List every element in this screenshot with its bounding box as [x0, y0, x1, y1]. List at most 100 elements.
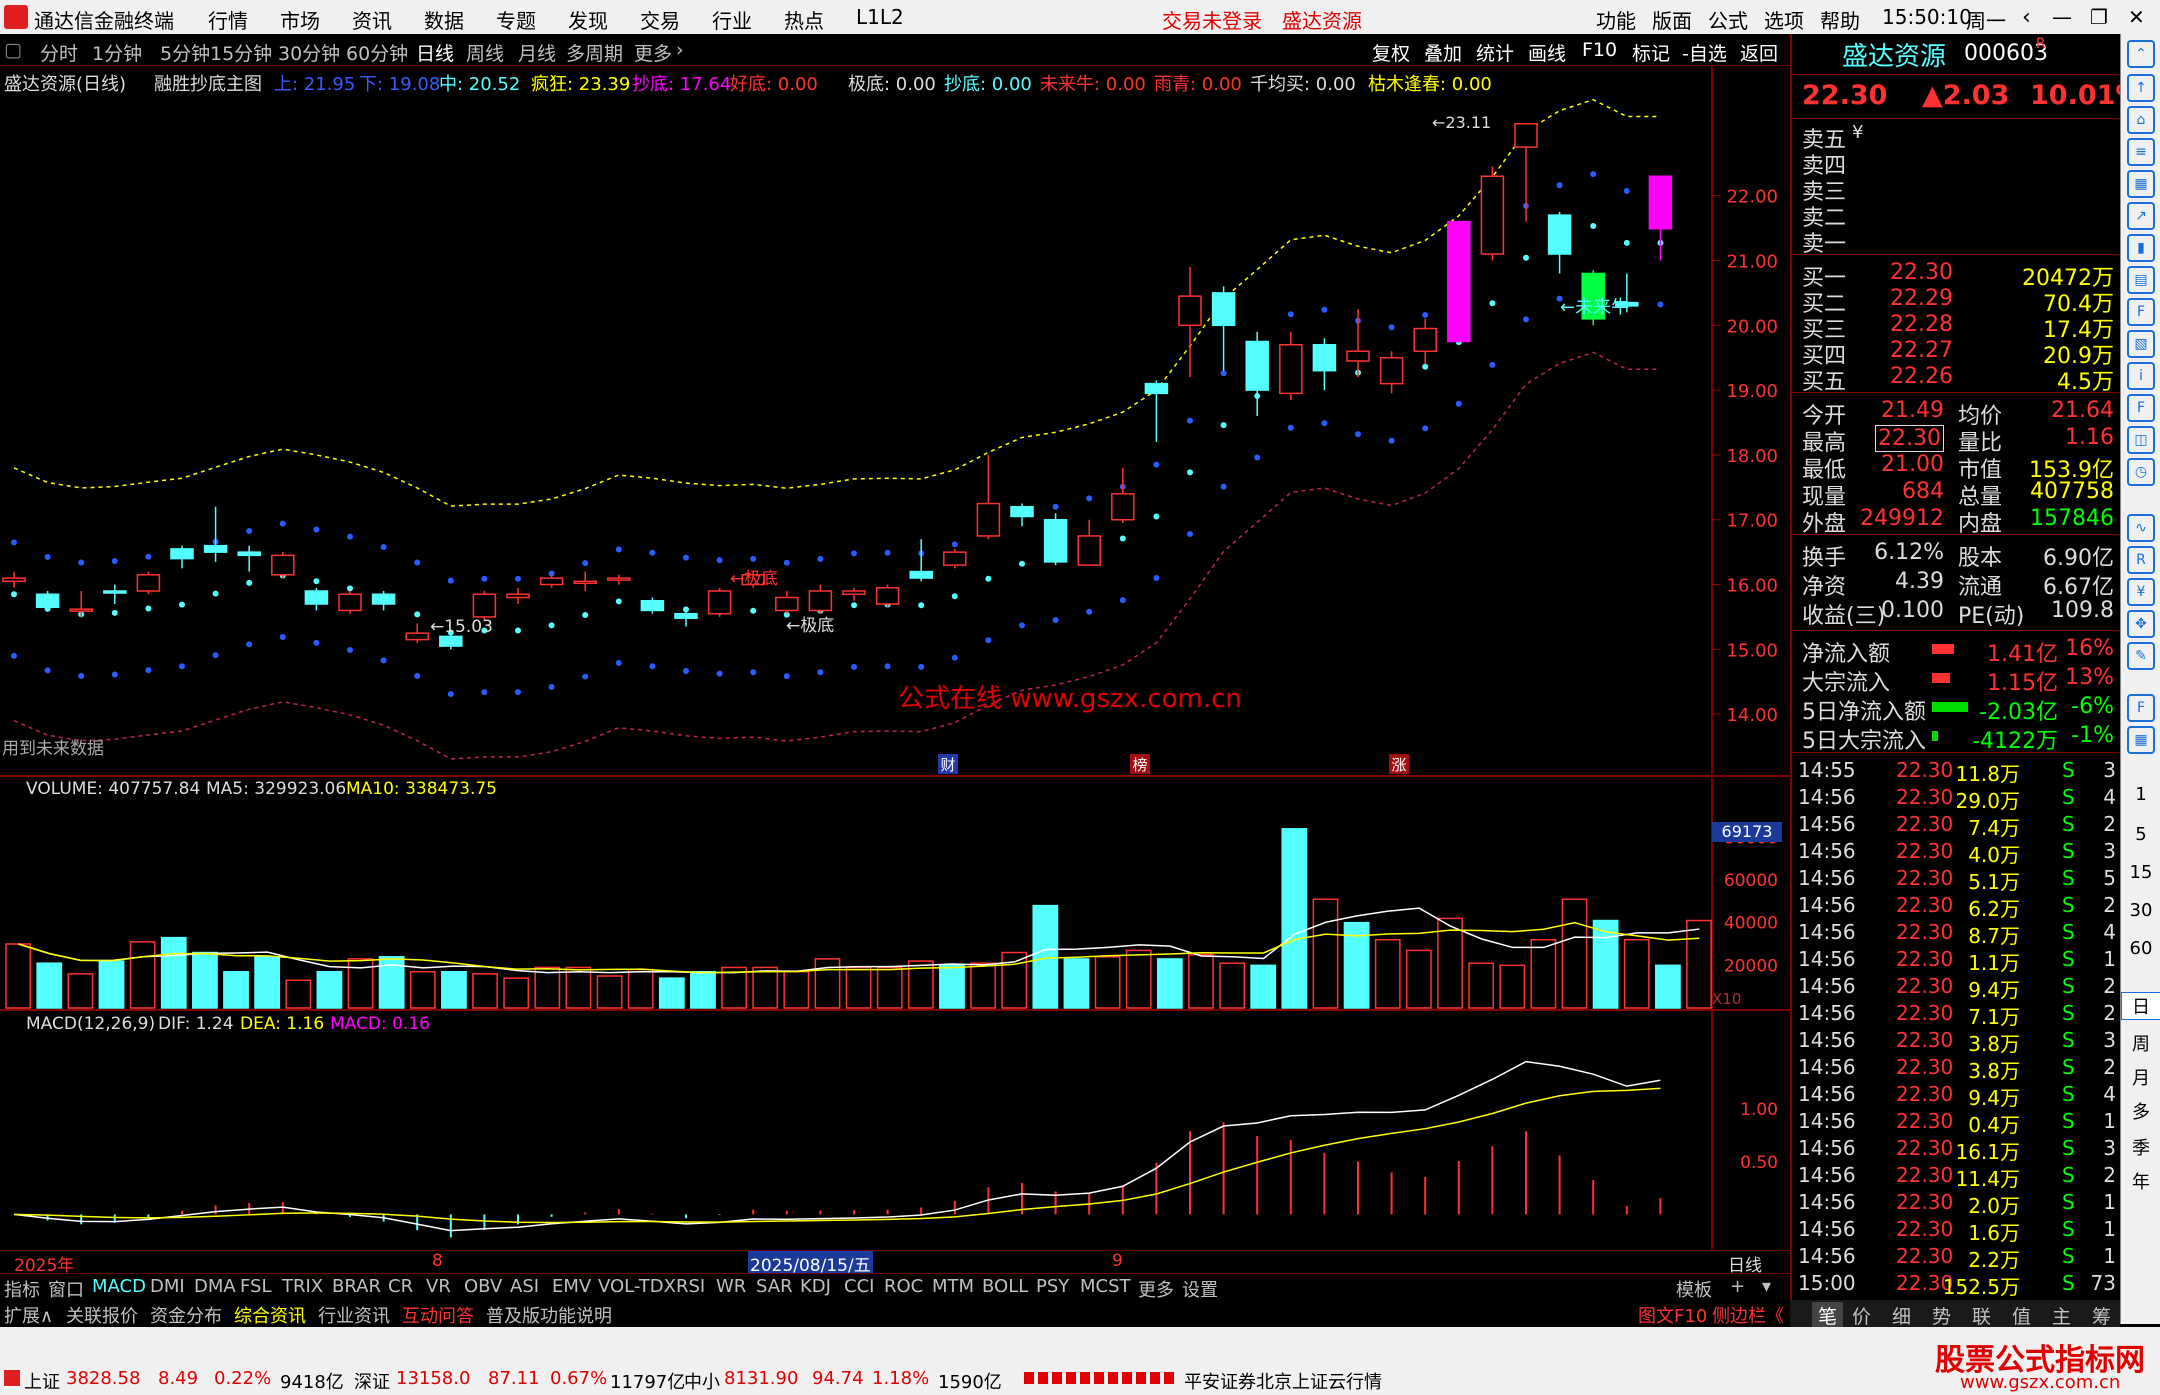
candle-body[interactable]	[842, 590, 866, 596]
indicator-tab[interactable]: VOL-TDX	[598, 1276, 676, 1297]
candle-body[interactable]	[775, 596, 799, 612]
candle-body[interactable]	[1648, 175, 1673, 230]
tab-period[interactable]: 多周期	[566, 39, 623, 66]
menu-options[interactable]: 选项	[1764, 5, 1804, 34]
candle-body[interactable]	[573, 580, 597, 585]
info-icon[interactable]: i	[2127, 362, 2155, 390]
candle-body[interactable]	[1144, 382, 1169, 395]
candle-body[interactable]	[1279, 344, 1303, 395]
menu-formula[interactable]: 公式	[1708, 5, 1748, 34]
list-icon[interactable]: ≡	[2127, 138, 2155, 166]
qa-tab[interactable]: 互动问答	[402, 1302, 474, 1328]
side-period-label[interactable]: 多	[2121, 1098, 2160, 1124]
candle-body[interactable]	[1043, 518, 1068, 563]
tab-period[interactable]: 分时	[40, 39, 78, 66]
candle-body[interactable]	[35, 593, 60, 608]
toolbar-button[interactable]: 标记	[1632, 39, 1670, 66]
candle-body[interactable]	[1379, 356, 1404, 385]
expand-tab[interactable]: 扩展∧	[4, 1302, 53, 1328]
index-sz-name[interactable]: 深证	[354, 1368, 390, 1394]
candle-body[interactable]	[1447, 220, 1471, 343]
candle-body[interactable]	[707, 590, 732, 615]
pen-icon[interactable]: ✎	[2127, 642, 2155, 670]
indicator-tab[interactable]: 指标	[4, 1276, 40, 1302]
indicator-tab[interactable]: OBV	[464, 1276, 502, 1297]
toolbar-button[interactable]: 返回	[1740, 39, 1778, 66]
chart-icon[interactable]: ↗	[2127, 202, 2155, 230]
tab-period[interactable]: 月线	[518, 39, 556, 66]
marker-finance[interactable]: 财	[938, 754, 958, 774]
candle-body[interactable]	[909, 570, 933, 579]
candle-body[interactable]	[1480, 175, 1505, 255]
candle-body[interactable]	[170, 548, 194, 560]
toolbar-button[interactable]: F10	[1582, 39, 1617, 61]
indicator-tab[interactable]: CCI	[844, 1276, 874, 1297]
sidebar-toggle[interactable]: 侧边栏《	[1712, 1302, 1784, 1328]
grid-icon[interactable]: ▦	[2127, 726, 2155, 754]
toolbar-button[interactable]: 画线	[1528, 39, 1566, 66]
quote-tab[interactable]: 主	[2052, 1302, 2071, 1329]
bar-icon[interactable]: ▮	[2127, 234, 2155, 262]
wave-icon[interactable]: ∿	[2127, 514, 2155, 542]
close-icon[interactable]: ✕	[2128, 5, 2145, 29]
tab-period[interactable]: 5分钟	[160, 39, 210, 66]
menu-item[interactable]: 交易	[640, 5, 680, 34]
indicator-tab[interactable]: MCST	[1080, 1276, 1131, 1297]
menu-item[interactable]: 专题	[496, 5, 536, 34]
fund-distribution-tab[interactable]: 资金分布	[150, 1302, 222, 1328]
indicator-tab[interactable]: MACD	[92, 1276, 146, 1297]
candle-body[interactable]	[875, 587, 900, 605]
tab-period[interactable]: 30分钟	[278, 39, 340, 66]
candle-body[interactable]	[271, 554, 295, 576]
candle-body[interactable]	[607, 577, 631, 581]
candle-body[interactable]	[1077, 535, 1101, 566]
toolbar-button[interactable]: -自选	[1682, 39, 1727, 66]
f10-tab[interactable]: 图文F10	[1638, 1302, 1707, 1328]
minimize-icon[interactable]: —	[2052, 5, 2072, 29]
tab-period[interactable]: 60分钟	[346, 39, 408, 66]
menu-function[interactable]: 功能	[1596, 5, 1636, 34]
candle-body[interactable]	[943, 551, 967, 566]
candle-body[interactable]	[1178, 295, 1202, 327]
side-period-label[interactable]: 15	[2121, 862, 2160, 883]
candle-body[interactable]	[1547, 214, 1572, 255]
candle-body[interactable]	[405, 632, 429, 641]
candle-body[interactable]	[1111, 493, 1135, 521]
back-icon[interactable]: ‹	[2022, 5, 2031, 30]
candle-body[interactable]	[1514, 123, 1538, 148]
menu-layout[interactable]: 版面	[1652, 5, 1692, 34]
candle-body[interactable]	[1312, 344, 1337, 372]
indicator-tab[interactable]: EMV	[552, 1276, 591, 1297]
side-period-label[interactable]: 30	[2121, 900, 2160, 921]
fio-icon[interactable]: F	[2127, 298, 2155, 326]
candle-body[interactable]	[371, 593, 396, 605]
candle-body[interactable]	[808, 590, 833, 612]
candle-body[interactable]	[1346, 350, 1370, 362]
candle-body[interactable]	[203, 544, 228, 553]
candle-body[interactable]	[1211, 292, 1236, 327]
candle-body[interactable]	[69, 608, 93, 612]
side-period-label[interactable]: 季	[2121, 1134, 2160, 1160]
f10-icon[interactable]: F	[2127, 394, 2155, 422]
side-period-label[interactable]: 周	[2121, 1030, 2160, 1056]
indicator-tab[interactable]: ASI	[510, 1276, 539, 1297]
candle-body[interactable]	[1245, 340, 1269, 391]
indicator-tab[interactable]: MTM	[932, 1276, 974, 1297]
indicator-tab[interactable]: 设置	[1182, 1276, 1218, 1302]
candle-body[interactable]	[976, 502, 1001, 537]
side-period-label[interactable]: 60	[2121, 938, 2160, 959]
menu-help[interactable]: 帮助	[1820, 5, 1860, 34]
add-icon[interactable]: +	[1730, 1276, 1745, 1297]
candle-body[interactable]	[539, 577, 564, 586]
quote-tab[interactable]: 笔	[1812, 1302, 1844, 1329]
menu-item[interactable]: 发现	[568, 5, 608, 34]
menu-item[interactable]: 数据	[424, 5, 464, 34]
news-icon[interactable]: ▧	[2127, 330, 2155, 358]
menu-item[interactable]: L1L2	[856, 5, 904, 29]
indicator-tab[interactable]: CR	[388, 1276, 413, 1297]
index-sh-name[interactable]: 上证	[24, 1368, 60, 1394]
candle-body[interactable]	[640, 599, 665, 612]
toolbar-button[interactable]: 复权	[1372, 39, 1410, 66]
side-period-day[interactable]: 日	[2121, 992, 2160, 1020]
template-button[interactable]: 模板	[1676, 1276, 1712, 1302]
